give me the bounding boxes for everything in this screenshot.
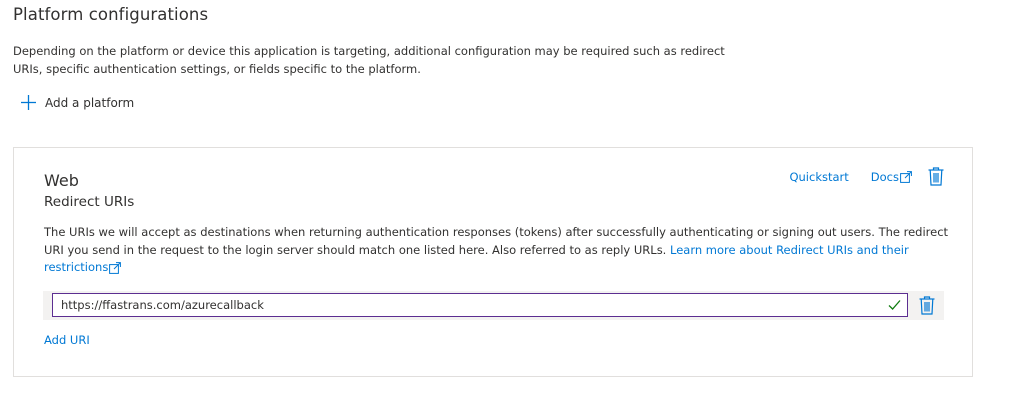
web-platform-card: Web Redirect URIs Quickstart Docs The UR… [13, 147, 973, 377]
add-platform-label: Add a platform [45, 95, 135, 110]
redirect-uris-heading: Redirect URIs [44, 194, 135, 210]
checkmark-icon [888, 300, 901, 310]
redirect-uri-input[interactable] [53, 294, 881, 316]
add-uri-link[interactable]: Add URI [44, 333, 90, 347]
redirect-uri-row [43, 291, 944, 320]
platform-configurations-page: Platform configurations Depending on the… [0, 0, 1031, 397]
redirect-uris-description: The URIs we will accept as destinations … [44, 224, 949, 277]
redirect-uri-field [52, 293, 908, 317]
docs-link-label: Docs [870, 169, 899, 184]
page-description: Depending on the platform or device this… [13, 44, 725, 76]
add-platform-button[interactable]: Add a platform [20, 94, 134, 111]
card-actions: Quickstart Docs [789, 167, 944, 186]
platform-title: Web [44, 171, 79, 190]
delete-uri-trash-icon[interactable] [919, 296, 935, 315]
quickstart-link[interactable]: Quickstart [789, 170, 848, 184]
external-link-icon [109, 261, 122, 274]
docs-link[interactable]: Docs [871, 170, 912, 184]
plus-icon [21, 95, 36, 110]
external-link-icon [900, 170, 912, 183]
delete-platform-trash-icon[interactable] [928, 167, 944, 186]
page-title: Platform configurations [13, 5, 209, 24]
